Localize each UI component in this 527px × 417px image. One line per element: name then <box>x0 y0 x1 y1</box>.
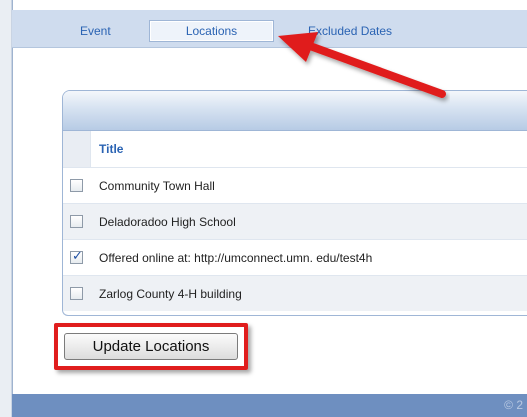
location-checkbox[interactable] <box>70 215 83 228</box>
page-footer: © 2 <box>12 394 527 417</box>
row-check-cell <box>63 276 91 311</box>
checkmark-icon: ✓ <box>72 249 83 264</box>
left-rail <box>0 0 12 417</box>
row-check-cell: ✓ <box>63 240 91 275</box>
column-header-title[interactable]: Title <box>99 131 123 167</box>
copyright-text: © 2 <box>504 398 523 412</box>
row-check-cell <box>63 204 91 239</box>
table-row: Community Town Hall <box>63 167 527 203</box>
row-check-cell <box>63 168 91 203</box>
location-label: Community Town Hall <box>99 179 215 193</box>
location-label: Offered online at: http://umconnect.umn.… <box>99 251 373 265</box>
header-check-cell <box>63 131 91 167</box>
table-row: Deladoradoo High School <box>63 203 527 239</box>
tab-event[interactable]: Event <box>80 22 111 40</box>
red-arrow-icon <box>278 32 446 98</box>
location-label: Deladoradoo High School <box>99 215 236 229</box>
table-row: ✓ Offered online at: http://umconnect.um… <box>63 239 527 275</box>
table-row: Zarlog County 4-H building <box>63 275 527 311</box>
location-checkbox[interactable] <box>70 179 83 192</box>
location-checkbox[interactable] <box>70 287 83 300</box>
tab-locations[interactable]: Locations <box>149 20 274 42</box>
location-label: Zarlog County 4-H building <box>99 287 242 301</box>
locations-panel: Title Community Town Hall Deladoradoo Hi… <box>62 90 527 316</box>
update-locations-button[interactable]: Update Locations <box>64 333 238 360</box>
table-header-row: Title <box>63 131 527 167</box>
location-checkbox-checked[interactable]: ✓ <box>70 249 83 264</box>
